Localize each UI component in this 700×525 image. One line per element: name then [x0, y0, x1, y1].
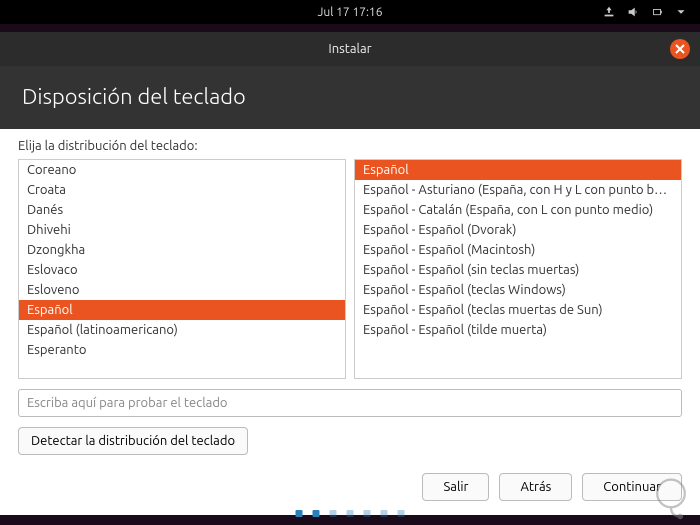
list-item[interactable]: Español - Español (Macintosh) — [355, 240, 681, 260]
dot — [296, 510, 303, 517]
list-item[interactable]: Danés — [19, 200, 345, 220]
list-item[interactable]: Esperanto — [19, 340, 345, 360]
footer-buttons: Salir Atrás Continuar — [18, 473, 682, 501]
window-titlebar: Instalar — [0, 32, 700, 66]
chevron-down-icon — [674, 5, 688, 19]
network-icon — [602, 5, 616, 19]
list-item[interactable]: Español - Catalán (España, con L con pun… — [355, 200, 681, 220]
close-button[interactable] — [670, 39, 690, 59]
list-item[interactable]: Español (latinoamericano) — [19, 320, 345, 340]
volume-icon — [626, 5, 640, 19]
progress-dots — [296, 510, 405, 517]
list-prompt: Elija la distribución del teclado: — [18, 139, 682, 153]
system-tray[interactable] — [602, 5, 688, 19]
language-list[interactable]: CoreanoCroataDanésDhivehiDzongkhaEslovac… — [18, 159, 346, 379]
list-item[interactable]: Croata — [19, 180, 345, 200]
clock: Jul 17 17:16 — [318, 6, 383, 19]
dot-active — [313, 510, 320, 517]
list-item[interactable]: Español - Asturiano (España, con H y L c… — [355, 180, 681, 200]
window-title: Instalar — [328, 42, 371, 56]
page-title: Disposición del teclado — [22, 84, 246, 109]
variant-list[interactable]: EspañolEspañol - Asturiano (España, con … — [354, 159, 682, 379]
list-item[interactable]: Coreano — [19, 160, 345, 180]
dot — [381, 510, 388, 517]
list-item[interactable]: Español - Español (teclas Windows) — [355, 280, 681, 300]
list-item[interactable]: Español - Español (tilde muerta) — [355, 320, 681, 340]
quit-button[interactable]: Salir — [422, 473, 489, 501]
list-item[interactable]: Español — [355, 160, 681, 180]
dot — [347, 510, 354, 517]
list-item[interactable]: Esloveno — [19, 280, 345, 300]
keyboard-test-input[interactable] — [18, 389, 682, 417]
close-icon — [675, 44, 685, 54]
page-header: Disposición del teclado — [0, 66, 700, 129]
list-item[interactable]: Eslovaco — [19, 260, 345, 280]
detect-layout-button[interactable]: Detectar la distribución del teclado — [18, 427, 248, 455]
list-item[interactable]: Dzongkha — [19, 240, 345, 260]
dot — [330, 510, 337, 517]
watermark-icon — [648, 475, 694, 521]
list-item[interactable]: Español - Español (teclas muertas de Sun… — [355, 300, 681, 320]
list-item[interactable]: Español — [19, 300, 345, 320]
back-button[interactable]: Atrás — [499, 473, 572, 501]
battery-icon — [650, 5, 664, 19]
list-item[interactable]: Dhivehi — [19, 220, 345, 240]
list-item[interactable]: Español - Español (sin teclas muertas) — [355, 260, 681, 280]
dot — [398, 510, 405, 517]
main-content: Elija la distribución del teclado: Corea… — [0, 129, 700, 515]
list-item[interactable]: Español - Español (Dvorak) — [355, 220, 681, 240]
dot — [364, 510, 371, 517]
system-topbar: Jul 17 17:16 — [0, 0, 700, 24]
